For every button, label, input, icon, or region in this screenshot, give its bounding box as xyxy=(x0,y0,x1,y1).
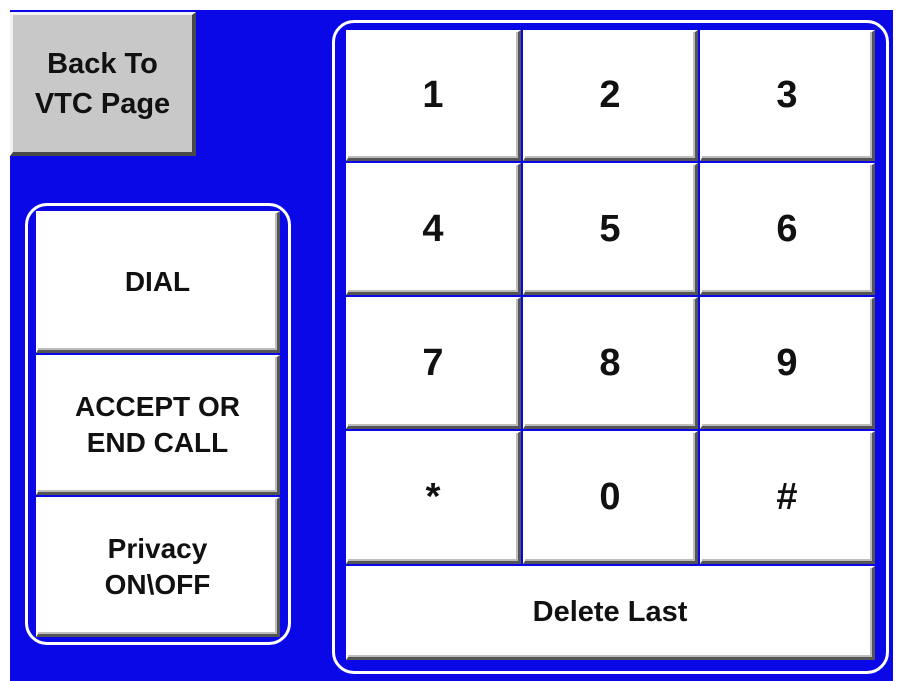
accept-end-call-button[interactable]: ACCEPT OR END CALL xyxy=(36,355,280,495)
dial-button[interactable]: DIAL xyxy=(36,211,280,353)
back-to-vtc-button[interactable]: Back To VTC Page xyxy=(10,12,196,156)
key-3-label: 3 xyxy=(776,74,798,116)
key-6-label: 6 xyxy=(776,207,798,250)
key-hash-label: # xyxy=(776,476,798,518)
dial-label: DIAL xyxy=(124,265,191,297)
key-8-button[interactable]: 8 xyxy=(523,297,698,429)
key-0-label: 0 xyxy=(599,476,621,518)
key-9-button[interactable]: 9 xyxy=(700,297,875,429)
key-5-button[interactable]: 5 xyxy=(523,163,698,295)
key-1-label: 1 xyxy=(422,74,444,116)
key-star-label: * xyxy=(425,476,441,518)
privacy-toggle-button[interactable]: Privacy ON\OFF xyxy=(36,497,280,637)
key-star-button[interactable]: * xyxy=(346,431,521,564)
key-8-label: 8 xyxy=(599,341,621,384)
key-7-button[interactable]: 7 xyxy=(346,297,521,429)
key-1-button[interactable]: 1 xyxy=(346,30,521,161)
key-3-button[interactable]: 3 xyxy=(700,30,875,161)
delete-last-label: Delete Last xyxy=(532,596,688,628)
key-4-button[interactable]: 4 xyxy=(346,163,521,295)
key-hash-button[interactable]: # xyxy=(700,431,875,564)
key-7-label: 7 xyxy=(422,341,444,384)
vtc-dialer-screen: Back To VTC Page DIAL ACCEPT OR END CALL… xyxy=(10,10,893,681)
delete-last-button[interactable]: Delete Last xyxy=(346,566,875,660)
key-9-label: 9 xyxy=(776,341,798,384)
back-to-vtc-label: Back To VTC Page xyxy=(34,47,171,120)
key-0-button[interactable]: 0 xyxy=(523,431,698,564)
key-4-label: 4 xyxy=(422,207,444,250)
key-5-label: 5 xyxy=(599,207,621,250)
privacy-toggle-label: Privacy ON\OFF xyxy=(104,532,211,600)
key-2-button[interactable]: 2 xyxy=(523,30,698,161)
accept-end-call-label: ACCEPT OR END CALL xyxy=(75,390,240,458)
key-6-button[interactable]: 6 xyxy=(700,163,875,295)
key-2-label: 2 xyxy=(599,74,621,116)
